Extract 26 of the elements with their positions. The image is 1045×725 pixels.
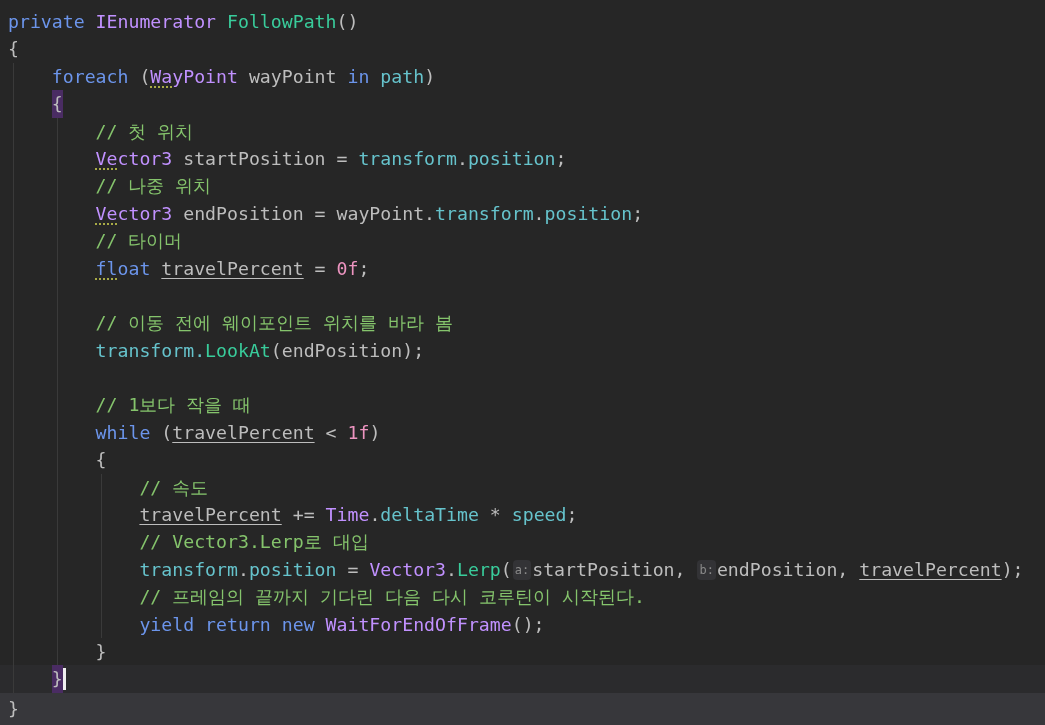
- code-line: foreach (WayPoint wayPoint in path): [0, 62, 1045, 91]
- code-line: }: [0, 638, 1045, 666]
- parameter-hint: a:: [512, 559, 532, 580]
- code-line: transform.LookAt(endPosition);: [0, 336, 1045, 365]
- code-line: float travelPercent = 0f;: [0, 254, 1045, 282]
- code-line: travelPercent += Time.deltaTime * speed;: [0, 501, 1045, 529]
- code-line: // 이동 전에 웨이포인트 위치를 바라 봄: [0, 309, 1045, 337]
- code-text: transform.position = Vector3.Lerp(: [139, 557, 512, 582]
- code-line: // 나중 위치: [0, 172, 1045, 200]
- parameter-hint: b:: [697, 559, 716, 580]
- code-line: // 첫 위치: [0, 117, 1045, 145]
- code-line: // 프레임의 끝까지 기다린 다음 다시 코루틴이 시작된다.: [0, 583, 1045, 611]
- code-line: // 1보다 작을 때: [0, 391, 1045, 419]
- code-line: {: [0, 90, 1045, 118]
- code-line: private IEnumerator FollowPath(): [7, 10, 360, 34]
- code-line: Vector3 endPosition = wayPoint.transform.position;: [0, 199, 1045, 228]
- code-line: {: [7, 37, 20, 62]
- code-text: startPosition,: [532, 557, 687, 582]
- code-line: // 속도: [0, 473, 1045, 502]
- code-line: // Vector3.Lerp로 대입: [0, 528, 1045, 556]
- code-line: // 타이머: [0, 227, 1045, 255]
- code-line: yield return new WaitForEndOfFrame();: [0, 610, 1045, 638]
- code-line: Vector3 startPosition = transform.position;: [0, 144, 1045, 173]
- code-line: {: [0, 446, 1045, 474]
- code-text: endPosition, travelPercent);: [716, 557, 1024, 582]
- code-line: while (travelPercent < 1f): [0, 418, 1045, 447]
